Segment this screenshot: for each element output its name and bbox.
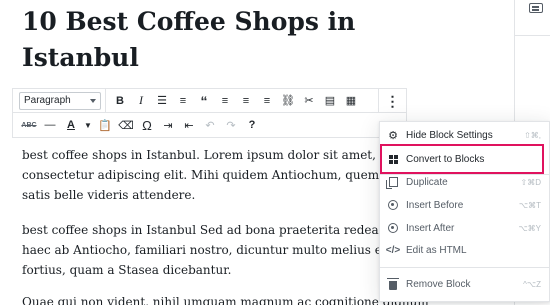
block-type-select[interactable]: Paragraph xyxy=(19,91,101,110)
menu-item-remove-block[interactable]: Remove Block ^⌥Z xyxy=(380,273,549,295)
special-character-icon[interactable]: Ω xyxy=(137,115,157,135)
help-icon[interactable]: ? xyxy=(242,115,262,135)
menu-item-insert-after[interactable]: Insert After ⌥⌘Y xyxy=(380,217,549,239)
menu-item-label: Hide Block Settings xyxy=(406,129,493,141)
menu-item-label: Duplicate xyxy=(406,176,448,188)
more-options-button[interactable]: ⋮ xyxy=(378,89,406,113)
trash-icon xyxy=(380,273,406,295)
post-title-line-1: 10 Best Coffee Shops in xyxy=(22,7,356,36)
menu-item-shortcut: ⌥⌘Y xyxy=(518,223,541,233)
ordered-list-icon[interactable]: ≡ xyxy=(173,91,193,111)
read-more-icon[interactable]: ▤ xyxy=(320,91,340,111)
menu-item-insert-before[interactable]: Insert Before ⌥⌘T xyxy=(380,194,549,216)
text-color-icon[interactable]: A xyxy=(61,115,81,135)
highlight-box xyxy=(380,144,544,174)
menu-item-shortcut: ^⌥Z xyxy=(523,279,541,289)
insert-before-icon xyxy=(380,194,406,216)
menu-item-duplicate[interactable]: Duplicate ⇧⌘D xyxy=(380,171,549,193)
indent-icon[interactable]: ⇥ xyxy=(158,115,178,135)
block-type-value: Paragraph xyxy=(24,94,71,106)
html-icon: </> xyxy=(385,244,401,256)
strikethrough-icon[interactable]: ABC xyxy=(19,115,39,135)
outdent-icon[interactable]: ⇤ xyxy=(179,115,199,135)
post-title[interactable]: 10 Best Coffee Shops in Istanbul xyxy=(22,4,502,76)
link-icon[interactable]: ⛓ xyxy=(278,91,298,111)
horizontal-line-icon[interactable]: — xyxy=(40,115,60,135)
clear-formatting-icon[interactable]: ⌫ xyxy=(116,115,136,135)
duplicate-icon xyxy=(380,171,406,193)
menu-item-shortcut: ⌥⌘T xyxy=(518,200,541,210)
chevron-down-icon xyxy=(90,98,96,103)
menu-item-hide-block-settings[interactable]: ⚙ Hide Block Settings ⇧⌘, xyxy=(380,124,549,146)
toolbar-row-1: Paragraph B I ☰ ≡ “ ≡ ≡ ≡ ⛓ ✂ ▤ ▦ ⋮ xyxy=(13,88,406,113)
undo-icon[interactable]: ↶ xyxy=(200,115,220,135)
post-title-line-2: Istanbul xyxy=(22,43,139,72)
text-color-dropdown-icon[interactable]: ▼ xyxy=(82,115,94,135)
paste-text-icon[interactable]: 📋 xyxy=(95,115,115,135)
menu-item-shortcut: ⇧⌘D xyxy=(520,177,541,187)
menu-item-shortcut: ⇧⌘, xyxy=(524,130,541,140)
gear-icon: ⚙ xyxy=(388,129,398,142)
menu-item-edit-as-html[interactable]: </> Edit as HTML xyxy=(380,239,549,261)
italic-icon[interactable]: I xyxy=(131,91,151,111)
keyboard-icon[interactable] xyxy=(529,3,543,13)
unordered-list-icon[interactable]: ☰ xyxy=(152,91,172,111)
insert-after-icon xyxy=(380,217,406,239)
toolbar-row-2: ABC — A ▼ 📋 ⌫ Ω ⇥ ⇤ ↶ ↷ ? xyxy=(13,113,406,137)
align-right-icon[interactable]: ≡ xyxy=(257,91,277,111)
block-toolbar: Paragraph B I ☰ ≡ “ ≡ ≡ ≡ ⛓ ✂ ▤ ▦ ⋮ ABC … xyxy=(12,88,407,138)
redo-icon[interactable]: ↷ xyxy=(221,115,241,135)
more-options-icon: ⋮ xyxy=(385,92,400,109)
bold-icon[interactable]: B xyxy=(110,91,130,111)
menu-item-label: Remove Block xyxy=(406,278,471,290)
menu-item-label: Insert After xyxy=(406,222,455,234)
toolbar-divider xyxy=(105,88,106,113)
align-center-icon[interactable]: ≡ xyxy=(236,91,256,111)
menu-item-label: Insert Before xyxy=(406,199,464,211)
blockquote-icon[interactable]: “ xyxy=(194,91,214,111)
align-left-icon[interactable]: ≡ xyxy=(215,91,235,111)
unlink-icon[interactable]: ✂ xyxy=(299,91,319,111)
sidebar-header xyxy=(515,0,550,36)
menu-item-label: Edit as HTML xyxy=(406,244,467,256)
toolbar-toggle-icon[interactable]: ▦ xyxy=(341,91,361,111)
menu-divider xyxy=(380,267,549,268)
